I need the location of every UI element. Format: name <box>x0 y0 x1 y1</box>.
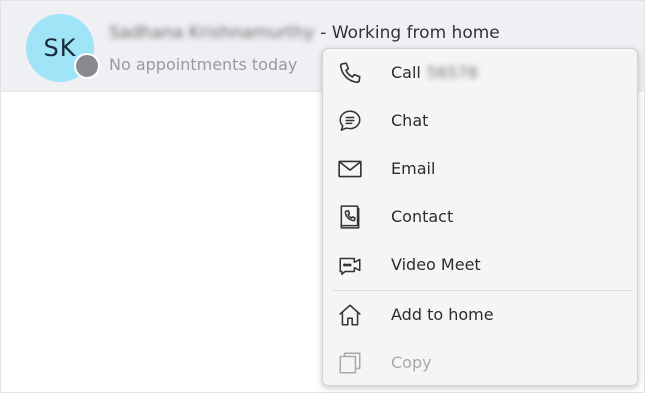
menu-item-copy[interactable]: Copy <box>323 340 637 384</box>
contact-name-line: Sadhana Krishnamurthy - Working from hom… <box>109 21 500 45</box>
menu-item-label: Chat <box>391 110 429 130</box>
menu-item-label: Add to home <box>391 304 494 324</box>
menu-item-label: Call <box>391 62 421 82</box>
video-camera-icon <box>337 252 363 278</box>
menu-item-label: Contact <box>391 206 454 226</box>
contact-status: - Working from home <box>320 23 500 43</box>
presence-status-icon <box>74 53 100 79</box>
copy-icon <box>337 350 363 376</box>
menu-item-call[interactable]: Call 56578 <box>323 50 637 94</box>
appointments-status: No appointments today <box>109 55 298 74</box>
menu-divider <box>333 290 633 291</box>
phone-extension: 56578 <box>426 62 478 82</box>
avatar-initials: SK <box>43 34 77 62</box>
menu-item-contact[interactable]: Contact <box>323 194 637 238</box>
menu-item-label: Copy <box>391 352 432 372</box>
phone-icon <box>337 60 363 86</box>
envelope-icon <box>337 156 363 182</box>
contact-context-menu: Call 56578 Chat Email Contact Video Meet… <box>322 48 638 386</box>
chat-icon <box>337 108 363 134</box>
menu-item-chat[interactable]: Chat <box>323 98 637 142</box>
menu-item-label: Email <box>391 158 436 178</box>
menu-item-email[interactable]: Email <box>323 146 637 190</box>
menu-item-add-to-home[interactable]: Add to home <box>323 292 637 336</box>
home-icon <box>337 302 363 328</box>
menu-item-video-meet[interactable]: Video Meet <box>323 242 637 286</box>
contact-name[interactable]: Sadhana Krishnamurthy <box>109 23 314 43</box>
menu-item-label: Video Meet <box>391 254 481 274</box>
contact-book-icon <box>337 204 363 230</box>
